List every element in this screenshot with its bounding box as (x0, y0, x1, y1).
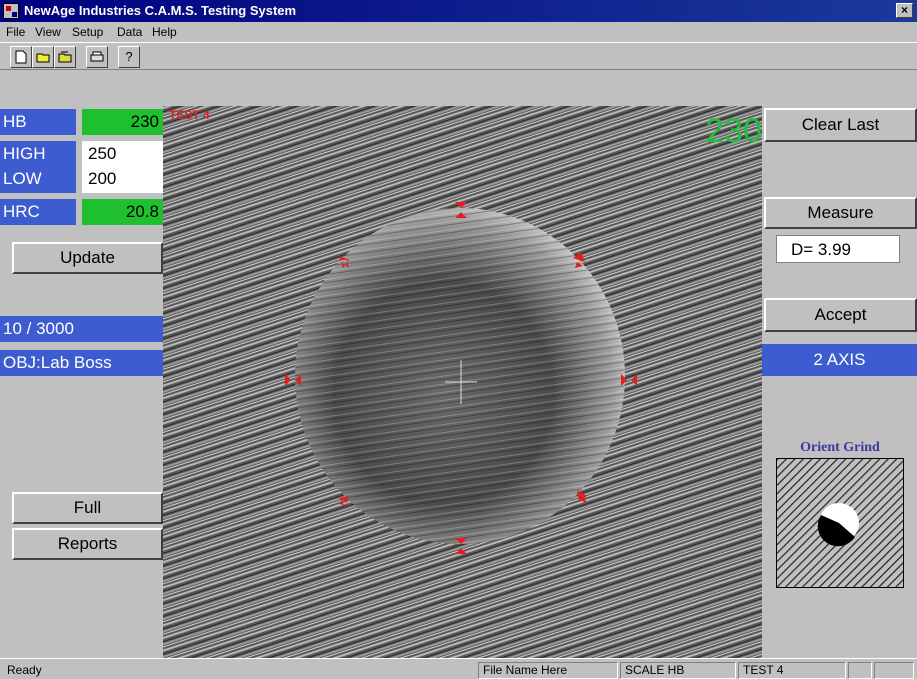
status-empty-1 (848, 662, 872, 679)
high-low-labels: HIGH LOW (0, 141, 76, 193)
indentation-image (163, 106, 762, 658)
left-panel: HB 230 HIGH LOW 250 200 HRC 20.8 Update … (0, 106, 163, 658)
menu-help[interactable]: Help (152, 25, 177, 39)
hrc-label: HRC (0, 199, 76, 225)
low-label: LOW (3, 169, 42, 188)
objective-info: OBJ:Lab Boss (0, 350, 163, 376)
toolbar: ? (0, 42, 917, 70)
status-empty-2 (874, 662, 914, 679)
open-folder-icon (36, 53, 50, 63)
orient-grind-dial (777, 459, 903, 587)
test-tag: TEST 4 (169, 108, 210, 122)
print-button[interactable] (86, 46, 108, 68)
status-test: TEST 4 (738, 662, 846, 679)
menu-view[interactable]: View (35, 25, 61, 39)
load-info: 10 / 3000 (0, 316, 163, 342)
hardness-reading: 230 (705, 112, 762, 150)
status-bar: Ready File Name Here SCALE HB TEST 4 (0, 658, 917, 679)
open-alt-button[interactable] (54, 46, 76, 68)
diameter-readout: D= 3.99 (776, 235, 900, 263)
status-ready: Ready (7, 663, 42, 677)
menu-file[interactable]: File (6, 25, 25, 39)
print-icon (90, 51, 104, 62)
window-title: NewAge Industries C.A.M.S. Testing Syste… (24, 3, 297, 18)
hb-label: HB (0, 109, 76, 135)
menu-setup[interactable]: Setup (72, 25, 103, 39)
reports-button[interactable]: Reports (12, 528, 163, 560)
status-scale: SCALE HB (620, 662, 736, 679)
menu-data[interactable]: Data (117, 25, 142, 39)
update-button[interactable]: Update (12, 242, 163, 274)
clear-last-button[interactable]: Clear Last (764, 108, 917, 142)
orient-grind-control[interactable] (776, 458, 904, 588)
close-button[interactable]: × (896, 3, 913, 18)
folder-icon (58, 51, 72, 63)
microscope-view[interactable]: TEST 4 230 (163, 106, 762, 658)
open-file-button[interactable] (32, 46, 54, 68)
app-icon[interactable] (3, 3, 19, 19)
new-file-button[interactable] (10, 46, 32, 68)
status-file-name: File Name Here (478, 662, 618, 679)
full-button[interactable]: Full (12, 492, 163, 524)
high-label: HIGH (3, 144, 46, 163)
hb-value: 230 (82, 109, 163, 135)
axis-mode[interactable]: 2 AXIS (762, 344, 917, 376)
help-button[interactable]: ? (118, 46, 140, 68)
measure-button[interactable]: Measure (764, 197, 917, 229)
new-file-icon (15, 50, 27, 64)
right-panel: Clear Last Measure D= 3.99 Accept 2 AXIS… (762, 106, 917, 658)
orient-grind-label: Orient Grind (800, 440, 880, 455)
accept-button[interactable]: Accept (764, 298, 917, 332)
hrc-value: 20.8 (82, 199, 163, 225)
high-value[interactable]: 250 (88, 141, 163, 166)
title-bar: NewAge Industries C.A.M.S. Testing Syste… (0, 0, 917, 22)
low-value[interactable]: 200 (88, 166, 163, 191)
menu-bar: File View Setup Data Help (0, 22, 917, 42)
high-low-values: 250 200 (82, 141, 163, 193)
